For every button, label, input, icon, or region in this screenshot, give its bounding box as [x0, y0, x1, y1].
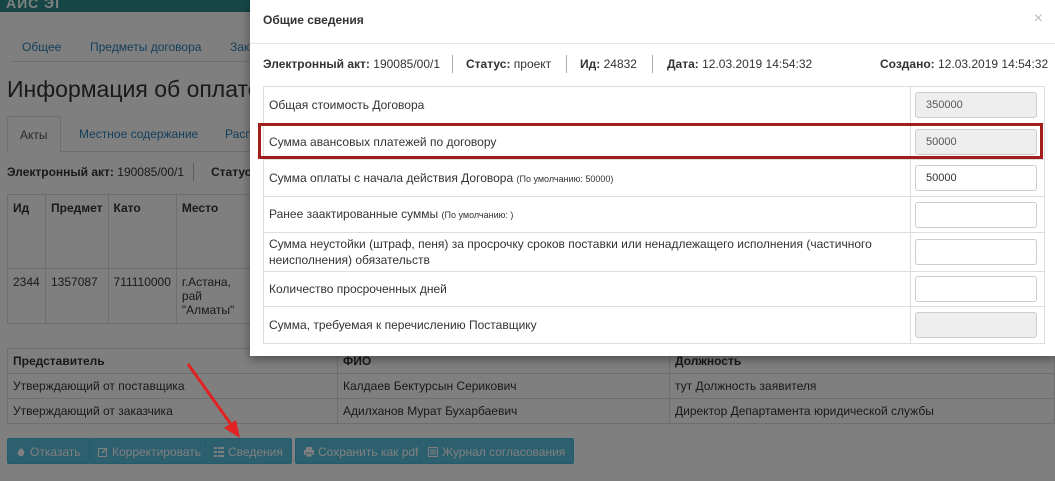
paid-since-start-input[interactable]: 50000: [915, 165, 1037, 191]
field-label-paid-since-start: Сумма оплаты с начала действия Договора …: [263, 159, 911, 197]
modal-title: Общие сведения: [263, 13, 364, 27]
act-status: Статус: проект: [466, 57, 552, 71]
field-label-amount-to-supplier: Сумма, требуемая к перечислению Поставщи…: [263, 306, 911, 344]
field-label-previously-acted: Ранее заактированные суммы (По умолчанию…: [263, 196, 911, 233]
amount-to-supplier-field: [915, 312, 1037, 338]
act-summary: Электронный акт: 190085/00/1 Статус: про…: [263, 55, 1049, 73]
general-info-modal: Общие сведения × Электронный акт: 190085…: [250, 0, 1055, 356]
red-arrow-annotation: [186, 363, 240, 438]
separator: [452, 55, 453, 73]
modal-header: Общие сведения ×: [250, 0, 1055, 44]
total-cost-field: 350000: [915, 92, 1037, 118]
act-created: Создано: 12.03.2019 14:54:32: [880, 57, 1049, 71]
act-number: Электронный акт: 190085/00/1: [263, 57, 441, 71]
field-label-overdue-days: Количество просроченных дней: [263, 271, 911, 307]
separator: [652, 55, 653, 73]
highlight-box-annotation: [258, 123, 1043, 159]
field-label-total-cost: Общая стоимость Договора: [263, 86, 911, 124]
penalty-input[interactable]: [915, 239, 1037, 265]
field-label-penalty: Сумма неустойки (штраф, пеня) за просроч…: [263, 232, 911, 272]
previously-acted-input[interactable]: [915, 201, 1037, 228]
overdue-days-input[interactable]: [915, 276, 1037, 302]
act-id: Ид: 24832: [580, 57, 637, 71]
separator: [566, 55, 567, 73]
act-date: Дата: 12.03.2019 14:54:32: [667, 57, 813, 71]
close-icon[interactable]: ×: [1034, 10, 1043, 28]
